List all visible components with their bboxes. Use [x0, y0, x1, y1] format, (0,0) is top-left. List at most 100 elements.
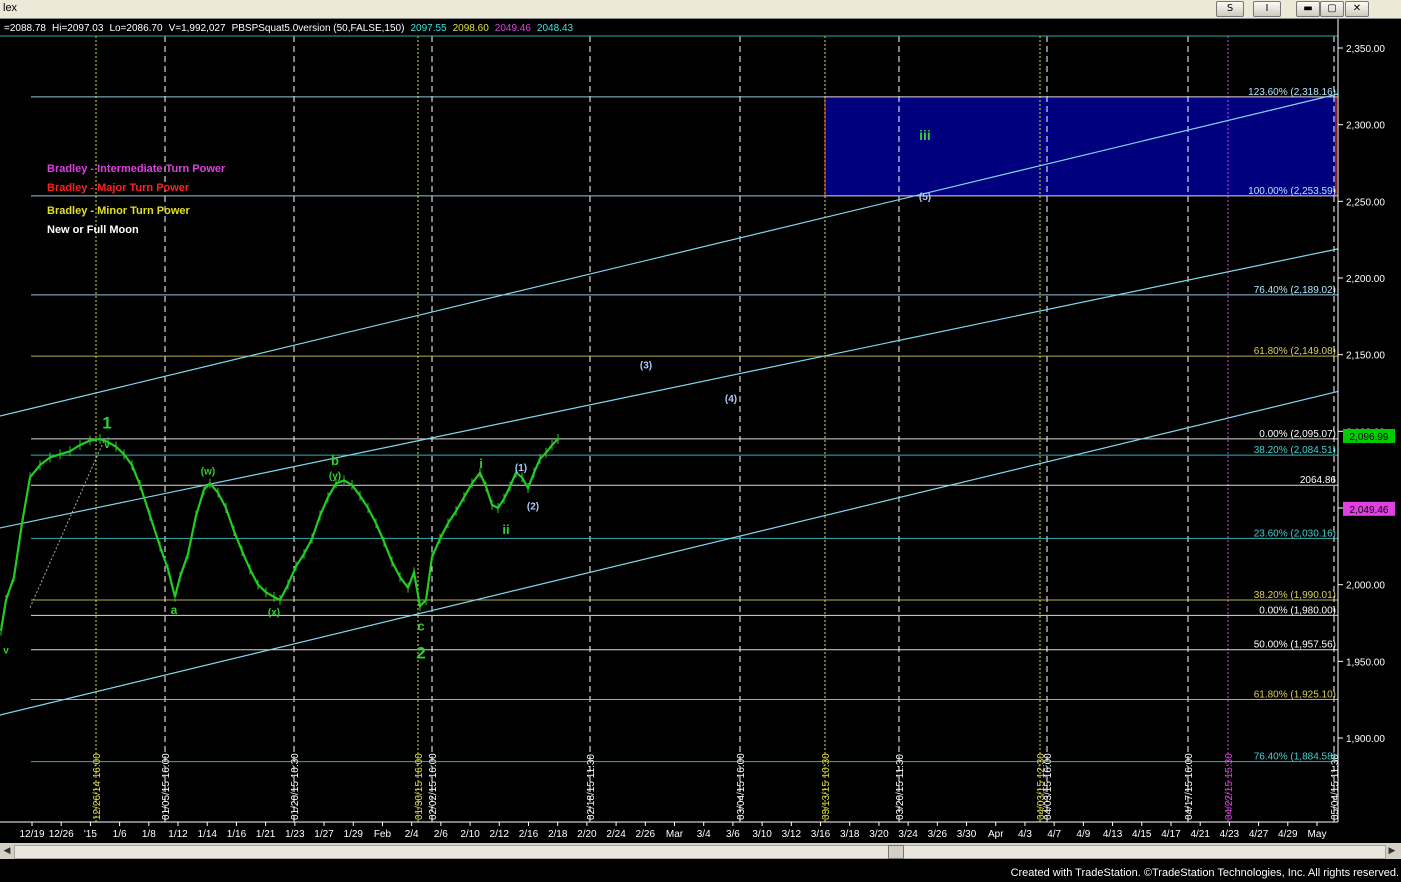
fib-level-label: 38.20% (2,084.51) — [1254, 445, 1336, 456]
x-axis-tick-label: 12/26 — [49, 829, 74, 840]
window-titlebar: lex S I ▬ ▢ ✕ — [0, 0, 1401, 19]
wave-label: v — [3, 646, 9, 657]
y-axis-tick-label: 1,950.00 — [1346, 657, 1385, 668]
y-axis-tick-label: 2,200.00 — [1346, 274, 1385, 285]
x-axis-tick-label: 1/29 — [344, 829, 364, 840]
x-axis-tick-label: 1/27 — [314, 829, 334, 840]
x-axis-tick-label: 4/7 — [1047, 829, 1061, 840]
x-axis-tick-label: 1/12 — [168, 829, 188, 840]
header-readout-part: 2097.55 — [410, 23, 447, 34]
header-readout-part: PBSPSquat5.0version (50,FALSE,150) — [232, 23, 405, 34]
x-axis-tick-label: Apr — [988, 829, 1004, 840]
horizontal-scrollbar[interactable]: ◀ ▶ — [0, 843, 1401, 859]
vertical-date-label: 12/26/14 16:00 — [92, 753, 103, 820]
vertical-date-label: 03/13/15 10:30 — [821, 753, 832, 820]
x-axis-tick-label: 2/16 — [519, 829, 539, 840]
minimize-button[interactable]: ▬ — [1296, 1, 1320, 17]
x-axis-tick-label: 4/9 — [1076, 829, 1090, 840]
x-axis-tick-label: 4/3 — [1018, 829, 1032, 840]
price-badge-text: 2,096.99 — [1350, 432, 1389, 443]
x-axis-tick-label: 3/12 — [782, 829, 802, 840]
x-axis-tick-label: 3/10 — [752, 829, 772, 840]
x-axis-tick-label: 3/6 — [726, 829, 740, 840]
x-axis-tick-label: 1/6 — [113, 829, 127, 840]
x-axis-tick-label: Mar — [666, 829, 684, 840]
x-axis-tick-label: 2/24 — [606, 829, 626, 840]
x-axis-tick-label: 4/29 — [1278, 829, 1298, 840]
wave-label: v — [104, 440, 110, 451]
fib-level-label: 0.00% (2,095.07) — [1259, 429, 1336, 440]
fib-level-label: 2064.86 — [1300, 475, 1337, 486]
x-axis-tick-label: 3/18 — [840, 829, 860, 840]
target-zone-box — [824, 96, 1337, 197]
wave-label: i — [479, 456, 483, 471]
footer: Created with TradeStation. ©TradeStation… — [0, 859, 1401, 882]
x-axis-tick-label: 1/16 — [227, 829, 247, 840]
close-button[interactable]: ✕ — [1345, 1, 1369, 17]
fib-level-label: 123.60% (2,318.16) — [1248, 87, 1336, 98]
header-readout-part: 2048.43 — [537, 23, 574, 34]
vertical-date-label: 03/20/15 11:30 — [895, 754, 906, 820]
scroll-left-icon[interactable]: ◀ — [1, 845, 13, 857]
fib-level-label: 76.40% (2,189.02) — [1254, 285, 1336, 296]
x-axis-tick-label: 12/19 — [19, 829, 44, 840]
y-axis-tick-label: 2,000.00 — [1346, 581, 1385, 592]
legend-item: New or Full Moon — [47, 224, 139, 236]
vertical-date-label: 01/30/15 16:00 — [414, 753, 425, 820]
vertical-date-label: 04/22/15 15:30 — [1224, 753, 1235, 820]
restore-button[interactable]: ▢ — [1320, 1, 1344, 17]
header-readout-part: Hi=2097.03 — [52, 23, 104, 34]
scroll-track[interactable] — [14, 845, 1386, 859]
wave-label: (2) — [527, 502, 539, 513]
vertical-date-label: 04/17/15 16:00 — [1184, 753, 1195, 820]
wave-label: (4) — [725, 394, 737, 405]
scroll-right-icon[interactable]: ▶ — [1386, 845, 1398, 857]
wave-label: (3) — [640, 360, 652, 371]
wave-label: (1) — [515, 463, 527, 474]
vertical-date-label: 01/20/15 10:30 — [290, 753, 301, 820]
scroll-thumb[interactable] — [888, 845, 904, 859]
fib-level-label: 0.00% (1,980.00) — [1259, 605, 1336, 616]
fib-level-label: 23.60% (2,030.16) — [1254, 528, 1336, 539]
vertical-date-label: 02/18/15 11:30 — [586, 754, 597, 820]
x-axis-tick-label: 2/10 — [460, 829, 480, 840]
legend-item: Bradley - Intermediate Turn Power — [47, 163, 226, 175]
x-axis-tick-label: 4/15 — [1132, 829, 1152, 840]
x-axis-tick-label: 4/13 — [1103, 829, 1123, 840]
x-axis-tick-label: Feb — [374, 829, 392, 840]
x-axis-tick-label: 1/23 — [285, 829, 305, 840]
fib-level-label: 61.80% (2,149.08) — [1254, 346, 1336, 357]
x-axis-tick-label: 3/16 — [811, 829, 831, 840]
wave-label: c — [417, 619, 424, 634]
x-axis-tick-label: May — [1308, 829, 1327, 840]
header-readout-part: V=1,992,027 — [169, 23, 226, 34]
x-axis-tick-label: 2/6 — [434, 829, 448, 840]
fib-level-label: 38.20% (1,990.01) — [1254, 590, 1336, 601]
x-axis-tick-label: 3/4 — [697, 829, 711, 840]
symbol-menu-button[interactable]: S — [1216, 1, 1244, 17]
header-readout-part: 2049.46 — [495, 23, 532, 34]
fib-level-label: 76.40% (1,884.58) — [1254, 752, 1336, 763]
vertical-date-label: 01/05/15 16:00 — [161, 753, 172, 820]
fib-level-label: 100.00% (2,253.59) — [1248, 186, 1336, 197]
x-axis-tick-label: 3/26 — [928, 829, 948, 840]
legend-item: Bradley - Minor Turn Power — [47, 205, 191, 217]
header-readout-part: Lo=2086.70 — [109, 23, 163, 34]
y-axis-tick-label: 1,900.00 — [1346, 734, 1385, 745]
y-axis-tick-label: 2,350.00 — [1346, 44, 1385, 55]
wave-label: 1 — [102, 413, 111, 432]
y-axis-tick-label: 2,250.00 — [1346, 197, 1385, 208]
interval-menu-button[interactable]: I — [1253, 1, 1281, 17]
x-axis-tick-label: 4/27 — [1249, 829, 1269, 840]
price-badge-text: 2,049.46 — [1350, 505, 1389, 516]
x-axis-tick-label: 2/18 — [548, 829, 568, 840]
x-axis-tick-label: 3/30 — [957, 829, 977, 840]
x-axis-tick-label: '15 — [84, 829, 97, 840]
header-readout: =2088.78 Hi=2097.03 Lo=2086.70 V=1,992,027 P… — [4, 23, 574, 34]
x-axis-tick-label: 1/14 — [197, 829, 217, 840]
wave-label: a — [171, 603, 178, 617]
x-axis-tick-label: 2/12 — [490, 829, 510, 840]
legend-item: Bradley - Major Turn Power — [47, 182, 190, 194]
price-chart[interactable]: 12/26/14 16:00 01/05/15 16:00 01/20/15 10:… — [0, 19, 1401, 843]
x-axis-tick-label: 2/4 — [405, 829, 419, 840]
